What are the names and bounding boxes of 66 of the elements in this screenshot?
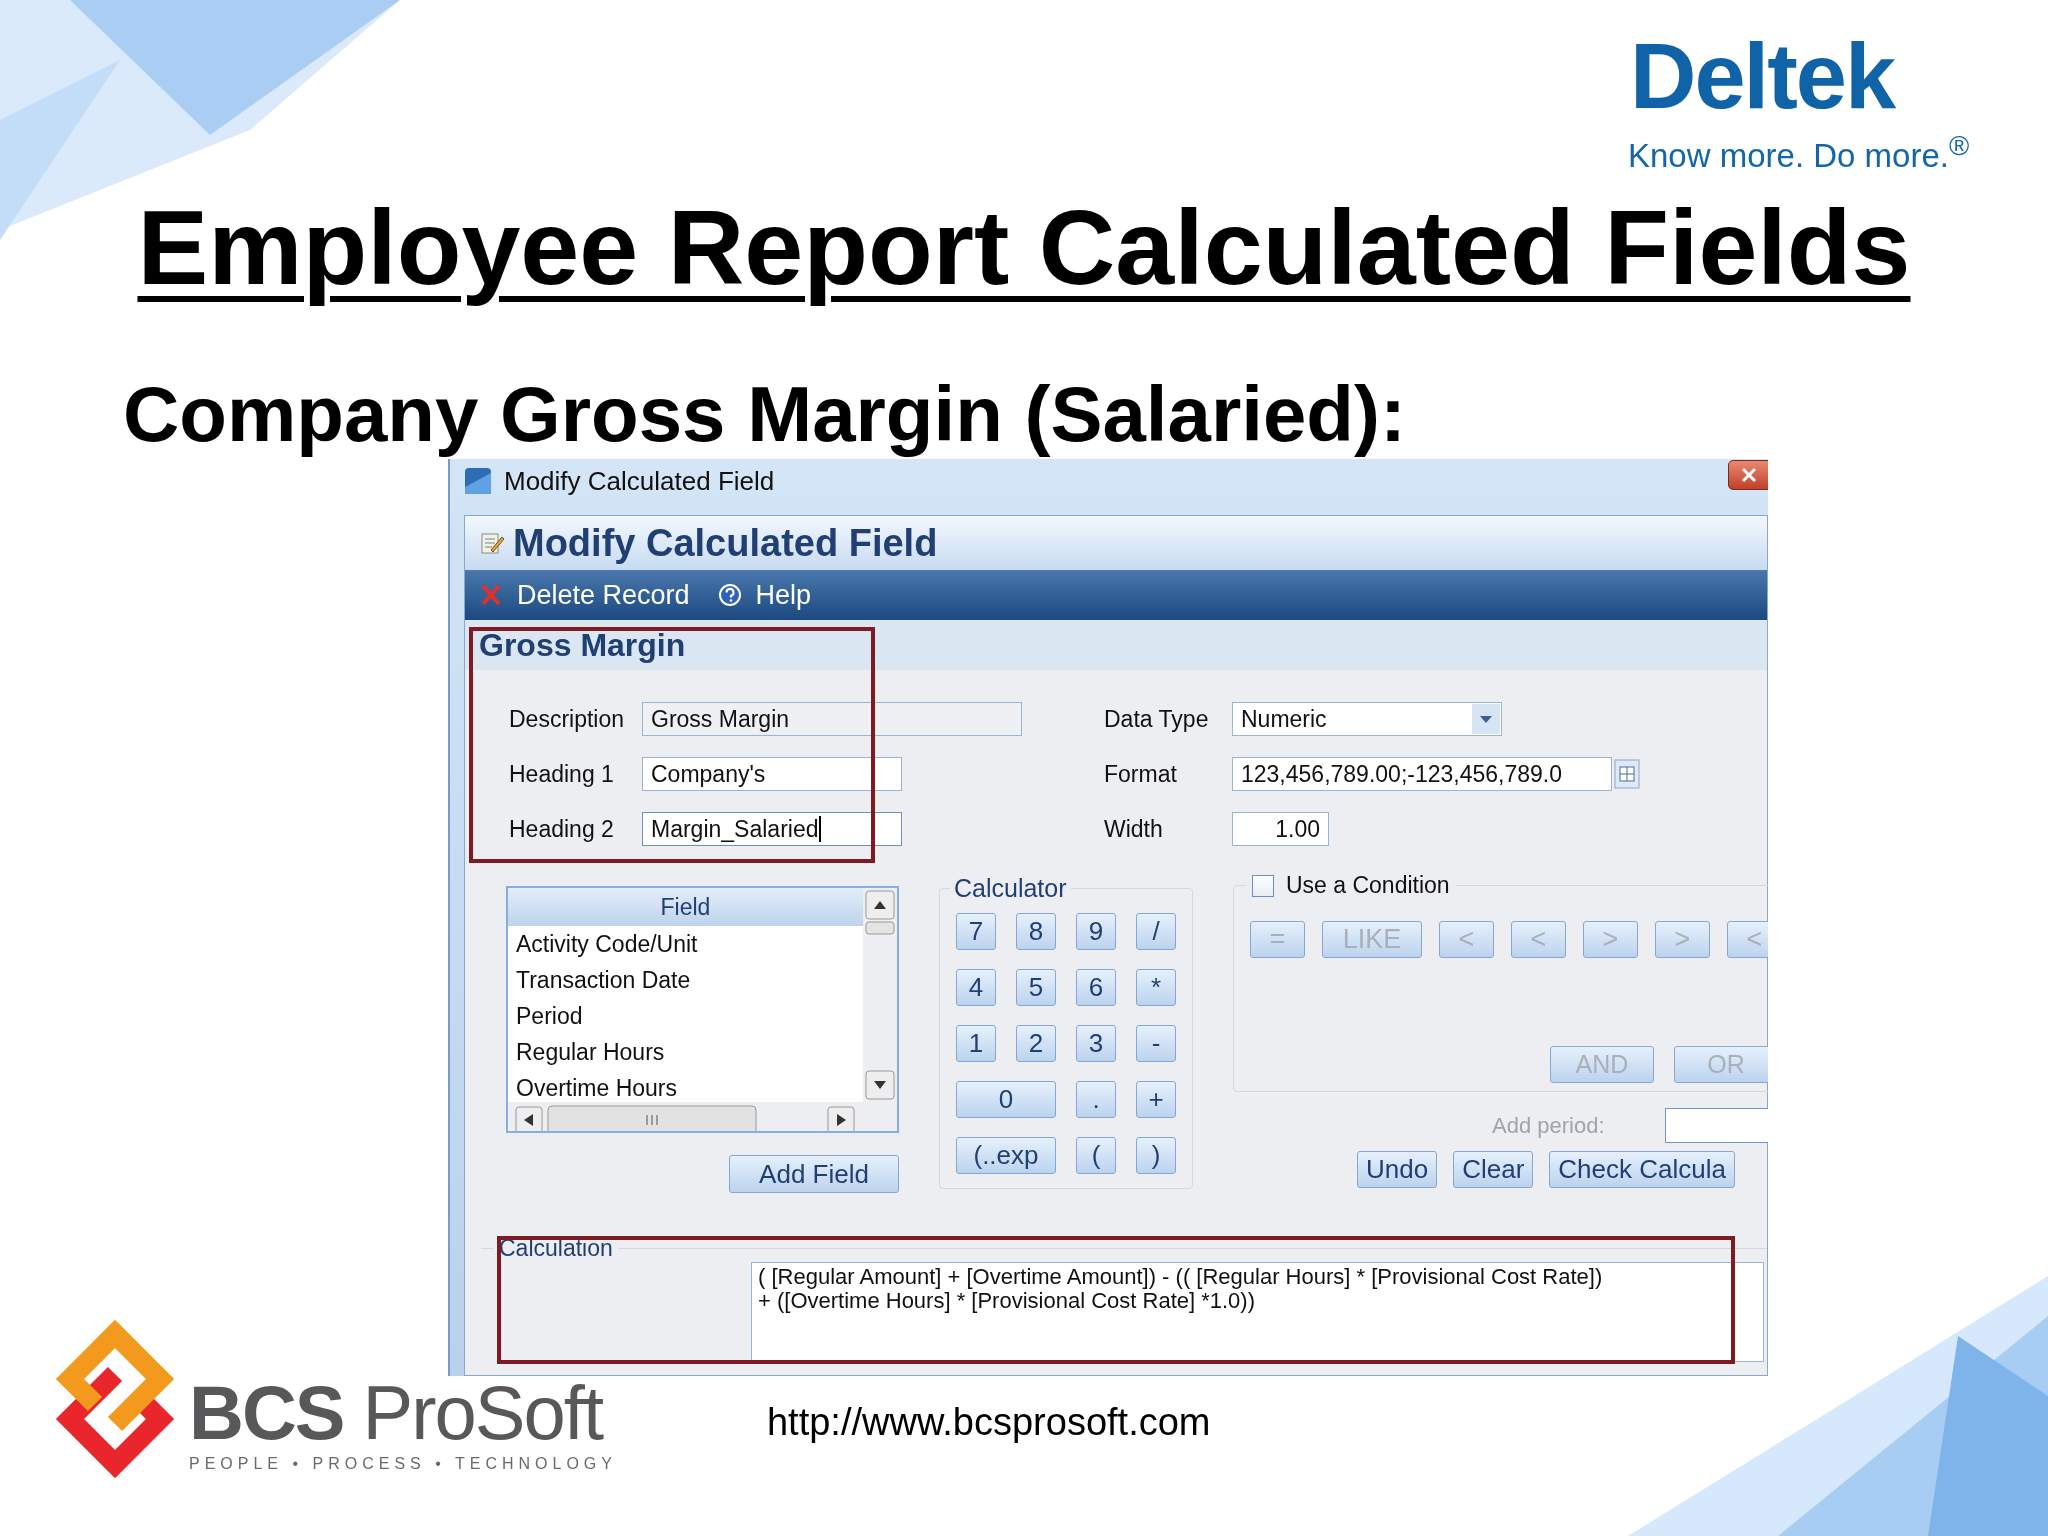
- field-label: Data Type: [1104, 705, 1210, 733]
- window-title: Modify Calculated Field: [504, 465, 775, 497]
- calculator-key[interactable]: 7: [956, 913, 996, 951]
- field-label: Format: [1104, 760, 1178, 788]
- calculator-key[interactable]: (..exp: [956, 1137, 1056, 1175]
- calculator-title: Calculator: [953, 874, 1068, 904]
- input-field[interactable]: Gross Margin: [642, 702, 1022, 737]
- calculator-key[interactable]: 9: [1076, 913, 1116, 951]
- input-field[interactable]: 123,456,789.00;-123,456,789.0: [1232, 757, 1612, 792]
- help-button[interactable]: Help: [713, 579, 816, 611]
- calculator-key[interactable]: /: [1136, 913, 1176, 951]
- calculator-key[interactable]: .: [1076, 1081, 1116, 1119]
- form-header: Modify Calculated Field: [513, 521, 938, 565]
- field-label: Heading 2: [509, 815, 615, 843]
- input-field[interactable]: 1.00: [1232, 812, 1329, 847]
- calculator-key[interactable]: -: [1136, 1025, 1176, 1063]
- add-period-label: Add period:: [1492, 1112, 1605, 1139]
- calculator-key[interactable]: +: [1136, 1081, 1176, 1119]
- input-field[interactable]: [1664, 1108, 1768, 1144]
- close-icon: [1741, 467, 1757, 484]
- calculation-title: Calculation: [498, 1235, 614, 1263]
- list-item[interactable]: Transaction Date: [508, 962, 863, 999]
- delete-icon: [479, 583, 503, 608]
- calculator-key[interactable]: 3: [1076, 1025, 1116, 1063]
- calculator-key[interactable]: 5: [1016, 969, 1056, 1007]
- app-icon: [464, 467, 492, 496]
- help-icon: [717, 583, 742, 608]
- calculator-key[interactable]: 8: [1016, 913, 1056, 951]
- dropdown-field[interactable]: Numeric: [1232, 702, 1502, 737]
- field-label: Heading 1: [509, 760, 615, 788]
- input-field[interactable]: Company's: [642, 757, 902, 792]
- calculator-key[interactable]: ): [1136, 1137, 1176, 1175]
- calculation-field[interactable]: ( [Regular Amount] + [Overtime Amount]) - (( [Regular Hours] * [Provisional Cost Rate]) + ([Overtime Hours] * [Provisional Cost Rate] *1.0)): [751, 1262, 1764, 1363]
- calculator-key[interactable]: 2: [1016, 1025, 1056, 1063]
- action-button[interactable]: Check Calcula: [1549, 1151, 1735, 1189]
- action-button[interactable]: Clear: [1453, 1151, 1534, 1189]
- website-link[interactable]: http://www.bcsprosoft.com: [767, 1401, 1211, 1445]
- logo-tagline: PEOPLE • PROCESS • TECHNOLOGY: [189, 1455, 617, 1474]
- field-label: Description: [509, 705, 626, 733]
- slide-subtitle: Company Gross Margin (Salaried):: [123, 371, 1407, 458]
- record-name: Gross Margin: [465, 620, 1767, 671]
- delete-button[interactable]: Delete Record: [475, 579, 694, 611]
- input-field[interactable]: Margin_Salaried: [642, 812, 902, 847]
- checkbox[interactable]: [1252, 874, 1274, 897]
- list-item[interactable]: Activity Code/Unit: [508, 926, 863, 963]
- field-label: Width: [1104, 815, 1164, 843]
- logo-wordmark: Deltek: [1630, 30, 1895, 122]
- vertical-scrollbar[interactable]: [865, 890, 895, 1101]
- action-button[interactable]: Undo: [1357, 1151, 1438, 1189]
- edit-icon: [479, 530, 505, 557]
- checkbox-label[interactable]: Use a Condition: [1286, 872, 1450, 900]
- grid-icon[interactable]: [1614, 759, 1640, 790]
- calculator-key[interactable]: (: [1076, 1137, 1116, 1175]
- add-field-button[interactable]: Add Field: [729, 1155, 899, 1194]
- calculator-key[interactable]: 4: [956, 969, 996, 1007]
- calculator-key[interactable]: *: [1136, 969, 1176, 1007]
- list-item[interactable]: Overtime Hours: [508, 1070, 863, 1103]
- logo-wordmark: BCS ProSoft: [189, 1375, 604, 1452]
- list-item[interactable]: Period: [508, 998, 863, 1035]
- calculator-key[interactable]: 6: [1076, 969, 1116, 1007]
- slide-title: Employee Report Calculated Fields: [136, 189, 1912, 306]
- calculator-key[interactable]: 0: [956, 1081, 1056, 1119]
- logo-tagline: Know more. Do more.$^{®}$: [1628, 130, 1970, 175]
- calculator-key[interactable]: 1: [956, 1025, 996, 1063]
- list-item[interactable]: Regular Hours: [508, 1034, 863, 1071]
- column-header[interactable]: Field: [508, 888, 863, 927]
